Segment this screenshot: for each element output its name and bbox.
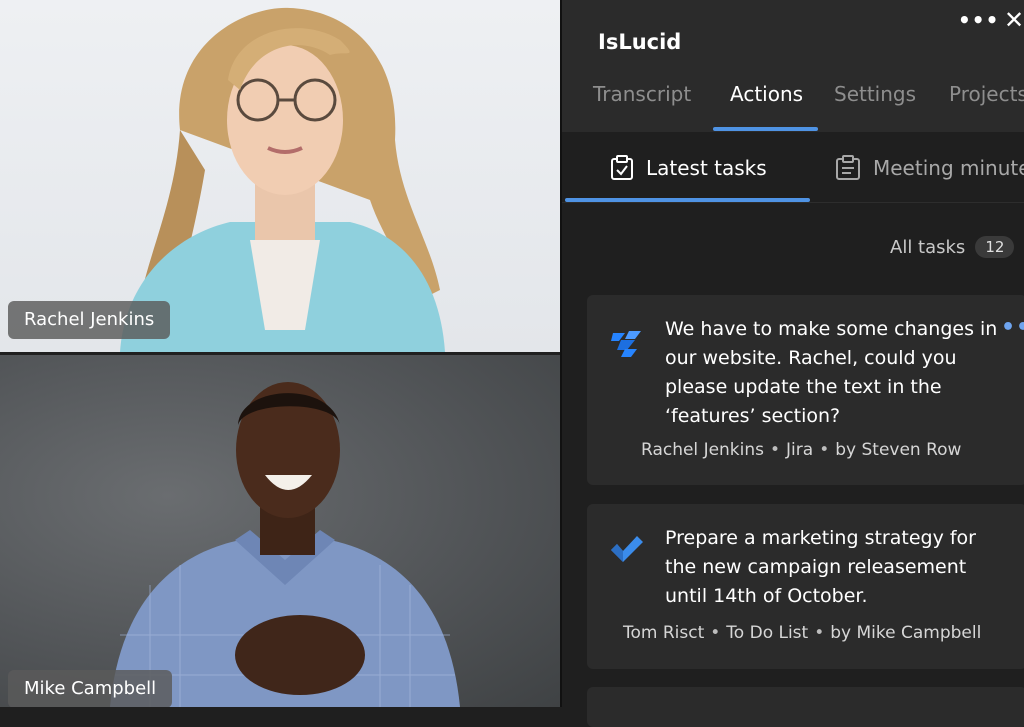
task-card[interactable]: Prepare a marketing strategy for the new… <box>587 504 1024 669</box>
subtab-label: Meeting minutes <box>873 156 1024 180</box>
meta-separator: • <box>814 623 825 643</box>
task-source: To Do List <box>726 623 809 643</box>
meta-separator: • <box>770 440 781 460</box>
filter-label: All tasks <box>890 236 966 258</box>
meta-separator: • <box>710 623 721 643</box>
side-panel: IsLucid ••• ✕ Transcript Actions Setting… <box>562 0 1024 727</box>
task-author: by Steven Row <box>835 440 962 460</box>
task-author: by Mike Campbell <box>830 623 982 643</box>
subtab-divider <box>562 202 1024 203</box>
subtab-latest-tasks[interactable]: Latest tasks <box>610 155 767 181</box>
subtab-label: Latest tasks <box>646 156 767 180</box>
tab-actions[interactable]: Actions <box>730 82 803 106</box>
video-grid: Rachel Jenkins Mike Campbell <box>0 0 560 707</box>
more-horizontal-icon[interactable]: ••• <box>958 8 999 32</box>
participant-name-label: Rachel Jenkins <box>8 301 171 339</box>
all-tasks-filter[interactable]: All tasks 12 ⌄ <box>890 236 1024 258</box>
participant-video-mike[interactable]: Mike Campbell <box>0 355 560 707</box>
participant-name-label: Mike Campbell <box>8 670 173 707</box>
tab-transcript[interactable]: Transcript <box>593 82 691 106</box>
clipboard-check-icon <box>611 155 633 180</box>
meta-separator: • <box>819 440 830 460</box>
close-icon[interactable]: ✕ <box>1004 6 1024 34</box>
active-tab-indicator <box>713 127 818 131</box>
panel-header <box>562 0 1024 132</box>
task-meta: Rachel Jenkins • Jira • by Steven Row <box>641 440 961 460</box>
tab-projects[interactable]: Projects <box>949 82 1024 106</box>
subtab-meeting-minutes[interactable]: Meeting minutes <box>835 155 1024 181</box>
participant-video-image <box>110 382 460 707</box>
task-assignee: Rachel Jenkins <box>641 440 765 460</box>
participant-video-rachel[interactable]: Rachel Jenkins <box>0 0 560 352</box>
task-meta: Tom Risct • To Do List • by Mike Campbell <box>623 623 981 643</box>
jira-icon <box>611 331 641 357</box>
task-text: Prepare a marketing strategy for the new… <box>665 527 976 607</box>
tab-settings[interactable]: Settings <box>834 82 916 106</box>
task-text: We have to make some changes in our webs… <box>665 318 998 427</box>
todo-check-icon <box>611 536 643 562</box>
task-card[interactable] <box>587 687 1024 727</box>
participant-video-image <box>120 7 445 352</box>
task-count-badge: 12 <box>975 236 1015 258</box>
task-source: Jira <box>786 440 814 460</box>
task-assignee: Tom Risct <box>623 623 705 643</box>
app-title: IsLucid <box>598 30 682 54</box>
task-card[interactable]: We have to make some changes in our webs… <box>587 295 1024 485</box>
meeting-notes-icon <box>836 155 860 180</box>
task-more-icon[interactable]: ••• <box>1001 315 1024 340</box>
